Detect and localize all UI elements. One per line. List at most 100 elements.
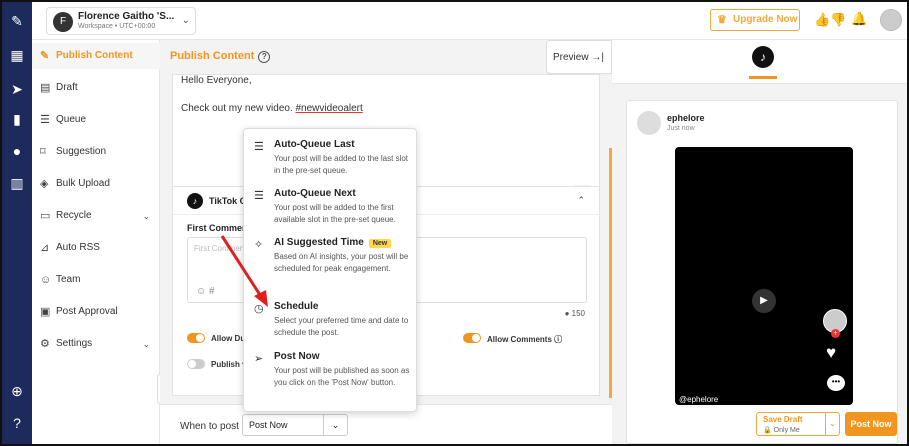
tiktok-tab-icon[interactable]: ♪ [752, 46, 774, 68]
compose-icon[interactable]: ✎ [8, 12, 26, 30]
approval-icon: ▣ [40, 306, 51, 318]
active-tab-indicator [749, 76, 777, 79]
sidebar-item-suggestion[interactable]: ⌑ Suggestion [32, 139, 160, 165]
sidebar-item-label: Settings [56, 338, 93, 349]
upgrade-button[interactable]: ♛ Upgrade Now [710, 9, 800, 31]
save-draft-sub-text: Only Me [773, 427, 800, 434]
new-badge: New [368, 239, 392, 248]
clock-icon: ◷ [254, 303, 264, 315]
save-draft-label: Save Draft [763, 415, 803, 424]
chevron-down-icon[interactable]: ⌄ [825, 413, 839, 435]
chevron-down-icon: ⌄ [142, 339, 150, 349]
chevron-down-icon: ⌄ [181, 15, 190, 26]
sidebar-item-label: Auto RSS [56, 242, 100, 253]
avatar [637, 111, 661, 135]
list-icon: ☰ [40, 114, 50, 126]
post-text: Check out my new video. [181, 103, 296, 114]
sidebar-item-auto-rss[interactable]: ⊿ Auto RSS [32, 235, 160, 261]
tiktok-icon: ♪ [187, 193, 203, 209]
chevron-down-icon: ⌄ [323, 415, 347, 435]
sidebar-item-settings[interactable]: ⚙ Settings ⌄ [32, 331, 160, 357]
sidebar-item-bulk-upload[interactable]: ◈ Bulk Upload [32, 171, 160, 197]
allow-duet-label: Allow Du [211, 334, 246, 343]
bell-icon[interactable]: 🔔 [851, 11, 867, 27]
menu-item-post-now[interactable]: ➢ Post Now Your post will be published a… [244, 349, 418, 409]
sidebar-item-team[interactable]: ☺ Team [32, 267, 160, 293]
menu-item-auto-queue-last[interactable]: ☰ Auto-Queue Last Your post will be adde… [244, 137, 418, 187]
menu-item-title: AI Suggested Time New [274, 237, 392, 248]
arrow-right-icon: →| [591, 52, 604, 63]
analytics-icon[interactable]: ▮ [8, 110, 26, 128]
layers-icon: ◈ [40, 178, 49, 190]
sidebar-item-label: Suggestion [56, 146, 107, 157]
user-avatar[interactable] [880, 9, 902, 31]
help-icon[interactable]: ? [258, 51, 271, 63]
sidebar-item-label: Recycle [56, 210, 92, 221]
chat-icon[interactable]: ● [8, 142, 26, 160]
menu-item-desc: Based on AI insights, your post will be … [274, 252, 409, 273]
save-draft-button[interactable]: Save Draft 🔒 Only Me ⌄ [756, 412, 840, 436]
hashtag-icon[interactable]: # [209, 286, 215, 297]
icon-rail: ✎ ▦ ➤ ▮ ● ▥ ⊕ ? [2, 2, 32, 444]
comment-count-value: 150 [571, 309, 585, 318]
emoji-icon[interactable]: ☺ [196, 286, 206, 297]
menu-item-auto-queue-next[interactable]: ☰ Auto-Queue Next Your post will be adde… [244, 186, 418, 236]
menu-item-title: Post Now [274, 351, 320, 362]
menu-item-desc: Your post will be added to the last slot… [274, 154, 409, 175]
lock-icon: 🔒 [763, 427, 772, 434]
comment-tools: ☺ # [196, 286, 215, 297]
menu-item-title-text: AI Suggested Time [274, 237, 364, 248]
ai-sparkle-icon: ✧ [254, 239, 264, 251]
sidebar-item-recycle[interactable]: ▭ Recycle ⌄ [32, 203, 160, 229]
allow-duet-toggle[interactable] [187, 333, 205, 343]
chevron-up-icon[interactable]: ⌃ [577, 195, 585, 206]
allow-comments-toggle[interactable] [463, 333, 481, 343]
preview-time: Just now [667, 125, 695, 132]
post-now-button[interactable]: Post Now [845, 412, 897, 436]
menu-item-title: Schedule [274, 301, 319, 312]
sidebar-item-label: Bulk Upload [56, 178, 110, 189]
workspace-name: Florence Gaitho 'S... [78, 11, 175, 22]
publish-label: Publish v [211, 360, 247, 369]
workspace-sub: Workspace • UTC+00:00 [78, 23, 156, 30]
preview-button[interactable]: Preview →| [546, 40, 612, 74]
gear-icon: ⚙ [40, 338, 50, 350]
pen-icon: ✎ [40, 50, 50, 62]
when-to-post-select[interactable]: Post Now ⌄ [242, 414, 348, 436]
info-icon[interactable]: ⓘ [554, 335, 562, 344]
play-icon[interactable]: ▶ [752, 289, 776, 313]
add-icon[interactable]: ⊕ [8, 382, 26, 400]
menu-item-desc: Your post will be added to the first ava… [274, 203, 396, 224]
calendar-icon[interactable]: ▦ [8, 46, 26, 64]
page-title-text: Publish Content [170, 50, 255, 62]
tiktok-options-label: TikTok O [209, 196, 247, 206]
preview-username: ephelore [667, 113, 705, 123]
when-to-post-label: When to post [180, 421, 239, 432]
sidebar-item-publish-content[interactable]: ✎ Publish Content [32, 43, 160, 69]
publish-toggle[interactable] [187, 359, 205, 369]
workspace-avatar: F [53, 12, 73, 32]
post-timing-menu: ☰ Auto-Queue Last Your post will be adde… [243, 128, 417, 412]
bar-chart-icon[interactable]: ▥ [8, 174, 26, 192]
page-title: Publish Content? [170, 50, 271, 63]
sidebar-item-label: Queue [56, 114, 87, 125]
top-bar: F Florence Gaitho 'S... Workspace • UTC+… [32, 2, 907, 40]
sidebar-item-post-approval[interactable]: ▣ Post Approval [32, 299, 160, 325]
queue-last-icon: ☰ [254, 141, 264, 153]
sidebar-item-draft[interactable]: ▤ Draft [32, 75, 160, 101]
feedback-icon[interactable]: 👍👎 [814, 12, 846, 28]
menu-item-ai-suggested-time[interactable]: ✧ AI Suggested Time New Based on AI insig… [244, 235, 418, 295]
preview-label: Preview [553, 52, 589, 63]
bookmark-icon: ⌑ [40, 146, 46, 158]
send-icon[interactable]: ➤ [8, 80, 26, 98]
help-icon[interactable]: ? [8, 414, 26, 432]
workspace-selector[interactable]: F Florence Gaitho 'S... Workspace • UTC+… [46, 7, 196, 35]
allow-comments-text: Allow Comments [487, 335, 552, 344]
menu-item-schedule[interactable]: ◷ Schedule Select your preferred time an… [244, 299, 418, 349]
queue-next-icon: ☰ [254, 190, 264, 202]
sidebar-item-queue[interactable]: ☰ Queue [32, 107, 160, 133]
trophy-icon: ♛ [717, 14, 727, 26]
chevron-down-icon: ⌄ [142, 211, 150, 221]
comment-icon: ••• [827, 375, 845, 391]
hashtag: #newvideoalert [295, 103, 363, 114]
